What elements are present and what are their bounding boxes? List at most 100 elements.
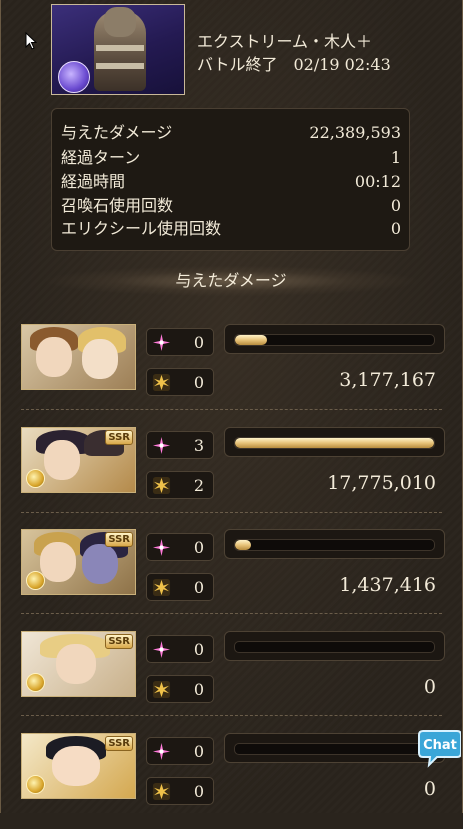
damage-bar-track xyxy=(234,539,435,551)
portrait-face xyxy=(82,339,118,379)
stat-row-time: 経過時間 00:12 xyxy=(61,170,401,193)
gold-burst-icon xyxy=(152,373,171,392)
row-divider xyxy=(21,409,442,410)
gold-burst-icon xyxy=(152,680,171,699)
stat-value: 00:12 xyxy=(354,172,401,191)
damage-bar xyxy=(224,631,445,661)
skill-count: 0 xyxy=(193,333,204,352)
skill-count-badge: 3 xyxy=(146,431,214,459)
ssr-rarity-badge: SSR xyxy=(105,634,133,649)
boss-stripe xyxy=(96,45,144,51)
skill-count-badge: 0 xyxy=(146,328,214,356)
ougi-count-badge: 0 xyxy=(146,573,214,601)
skill-count: 0 xyxy=(193,538,204,557)
damage-value: 17,775,010 xyxy=(327,472,436,494)
battle-stats-box: 与えたダメージ 22,389,593 経過ターン 1 経過時間 00:12 召喚… xyxy=(51,108,410,251)
ougi-count-badge: 2 xyxy=(146,471,214,499)
damage-bar xyxy=(224,324,445,354)
portrait-face xyxy=(56,644,96,684)
row-divider xyxy=(21,512,442,513)
stat-row-elixir: エリクシール使用回数 0 xyxy=(61,217,401,240)
damage-bar-track xyxy=(234,641,435,653)
party-member-row: SSR 0 0 0 xyxy=(1,733,463,829)
pink-sparkle-icon xyxy=(152,436,171,455)
ougi-count-badge: 0 xyxy=(146,675,214,703)
row-divider xyxy=(21,613,442,614)
pink-sparkle-icon xyxy=(152,640,171,659)
character-portrait[interactable]: SSR xyxy=(21,631,136,697)
skill-count-badge: 0 xyxy=(146,635,214,663)
character-portrait[interactable] xyxy=(21,324,136,390)
damage-value: 0 xyxy=(423,676,436,698)
gold-burst-icon xyxy=(152,476,171,495)
ougi-count: 0 xyxy=(193,373,204,392)
element-coin-icon xyxy=(26,469,45,488)
damage-bar-fill xyxy=(235,540,251,550)
stat-value: 0 xyxy=(390,196,401,215)
ougi-count: 0 xyxy=(193,578,204,597)
damage-bar-fill xyxy=(235,335,267,345)
damage-bar-track xyxy=(234,334,435,346)
element-coin-icon xyxy=(26,673,45,692)
character-portrait[interactable]: SSR xyxy=(21,427,136,493)
party-member-row: SSR 0 0 1,437,416 xyxy=(1,529,463,625)
ougi-count: 0 xyxy=(193,782,204,801)
party-member-row: SSR 0 0 0 xyxy=(1,631,463,727)
stat-label: エリクシール使用回数 xyxy=(61,219,222,238)
skill-count: 3 xyxy=(193,436,204,455)
boss-head xyxy=(104,7,136,37)
ougi-count: 2 xyxy=(193,476,204,495)
portrait-face xyxy=(36,337,72,377)
damage-bar xyxy=(224,529,445,559)
element-coin-icon xyxy=(26,775,45,794)
skill-count-badge: 0 xyxy=(146,737,214,765)
party-member-row: 0 0 3,177,167 xyxy=(1,324,463,420)
stat-value: 22,389,593 xyxy=(309,123,401,142)
stat-label: 経過ターン xyxy=(61,148,141,167)
ssr-rarity-badge: SSR xyxy=(105,532,133,547)
chat-button[interactable]: Chat xyxy=(417,727,461,769)
damage-bar-track xyxy=(234,743,435,755)
section-header-damage: 与えたダメージ xyxy=(46,266,416,296)
character-portrait[interactable]: SSR xyxy=(21,733,136,799)
gold-burst-icon xyxy=(152,578,171,597)
damage-bar-fill xyxy=(235,438,434,448)
ssr-rarity-badge: SSR xyxy=(105,430,133,445)
boss-name: エクストリーム・木人＋ xyxy=(197,32,373,51)
chat-label: Chat xyxy=(423,738,457,753)
pink-sparkle-icon xyxy=(152,538,171,557)
ougi-count-badge: 0 xyxy=(146,777,214,805)
character-portrait[interactable]: SSR xyxy=(21,529,136,595)
ougi-count: 0 xyxy=(193,680,204,699)
battle-result-panel: エクストリーム・木人＋ バトル終了 02/19 02:43 与えたダメージ 22… xyxy=(0,0,463,813)
portrait-face xyxy=(40,542,76,582)
damage-value: 3,177,167 xyxy=(339,369,436,391)
battle-end-time: バトル終了 02/19 02:43 xyxy=(197,55,391,74)
damage-value: 1,437,416 xyxy=(339,574,436,596)
portrait-face xyxy=(52,746,100,786)
ougi-count-badge: 0 xyxy=(146,368,214,396)
mouse-cursor-icon xyxy=(25,32,37,50)
stat-row-summons: 召喚石使用回数 0 xyxy=(61,194,401,217)
skill-count: 0 xyxy=(193,640,204,659)
skill-count-badge: 0 xyxy=(146,533,214,561)
party-member-row: SSR 3 2 17,775,010 xyxy=(1,427,463,523)
stat-label: 召喚石使用回数 xyxy=(61,196,174,215)
wind-element-icon xyxy=(58,61,90,93)
damage-bar-track xyxy=(234,437,435,449)
boss-stripe xyxy=(96,63,144,69)
damage-bar xyxy=(224,427,445,457)
gold-burst-icon xyxy=(152,782,171,801)
pink-sparkle-icon xyxy=(152,742,171,761)
damage-value: 0 xyxy=(423,778,436,800)
stat-value: 0 xyxy=(390,219,401,238)
element-coin-icon xyxy=(26,571,45,590)
boss-thumbnail[interactable] xyxy=(51,4,185,95)
damage-bar xyxy=(224,733,445,763)
stat-row-damage: 与えたダメージ 22,389,593 xyxy=(61,121,401,144)
pink-sparkle-icon xyxy=(152,333,171,352)
stat-label: 経過時間 xyxy=(61,172,126,191)
stat-value: 1 xyxy=(390,148,401,167)
row-divider xyxy=(21,715,442,716)
portrait-face xyxy=(82,544,118,584)
